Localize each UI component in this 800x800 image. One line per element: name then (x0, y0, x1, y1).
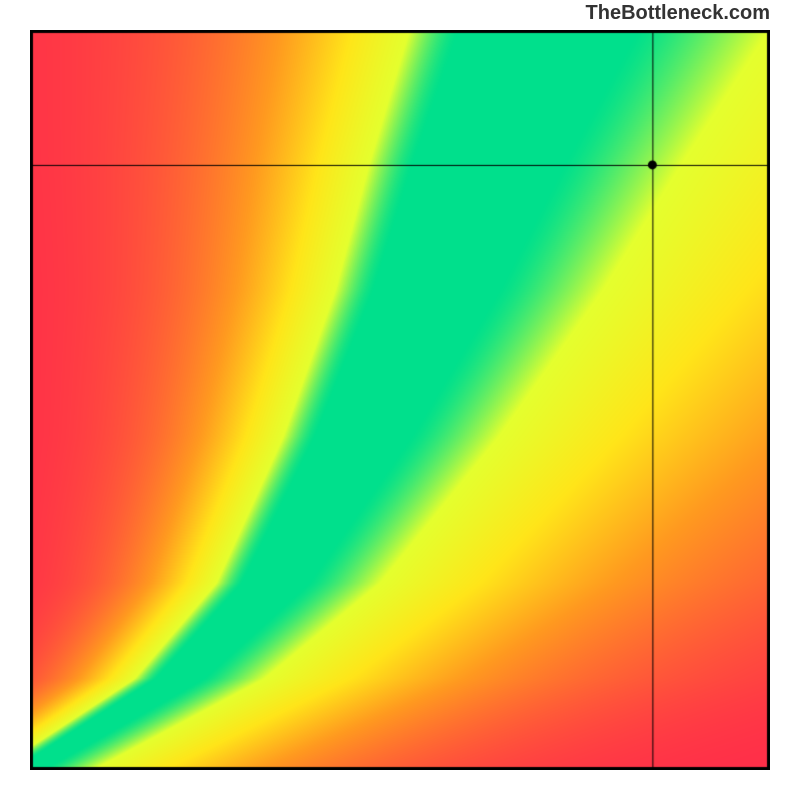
watermark-text: TheBottleneck.com (586, 2, 770, 25)
chart-container: TheBottleneck.com (0, 0, 800, 800)
plot-frame (30, 30, 770, 770)
heatmap-canvas (30, 30, 770, 770)
